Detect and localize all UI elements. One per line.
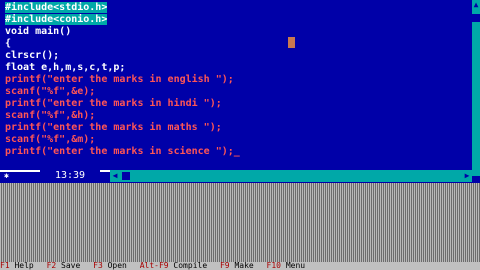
clrscr-line: clrscr(); — [5, 50, 60, 61]
code-line[interactable]: #include<stdio.h> — [5, 2, 108, 14]
compile-shortcut[interactable]: Alt-F9 Compile — [140, 262, 207, 270]
code-line[interactable]: float e,h,m,s,c,t,p; — [5, 62, 125, 74]
printf-english-line: printf("enter the marks in english "); — [5, 74, 234, 85]
include-conio-line: #include<conio.h> — [5, 14, 108, 25]
printf-maths-line: printf("enter the marks in maths "); — [5, 122, 222, 133]
float-declaration-line: float e,h,m,s,c,t,p; — [5, 62, 126, 73]
cursor-position: 13:39 — [40, 170, 100, 181]
vertical-scrollbar[interactable]: ▲ — [472, 0, 480, 176]
make-shortcut[interactable]: F9 Make — [220, 262, 254, 270]
horizontal-scrollbar[interactable]: ◀ ▶ — [110, 170, 472, 182]
window-corner-icon: ✱ — [4, 171, 9, 180]
save-shortcut[interactable]: F2 Save — [47, 262, 81, 270]
code-line[interactable]: printf("enter the marks in hindi "); — [5, 98, 222, 110]
code-line[interactable]: #include<conio.h> — [5, 14, 108, 26]
vertical-scroll-thumb[interactable] — [472, 14, 480, 22]
main-signature-line: void main() — [5, 26, 72, 37]
scanf-h-line: scanf("%f",&h); — [5, 110, 96, 121]
code-line[interactable]: printf("enter the marks in english "); — [5, 74, 234, 86]
horizontal-scroll-thumb[interactable] — [122, 172, 130, 180]
code-line[interactable]: scanf("%f",&h); — [5, 110, 95, 122]
desktop-background — [0, 183, 480, 270]
help-shortcut[interactable]: F1 Help — [0, 262, 34, 270]
code-line[interactable]: void main() — [5, 26, 71, 38]
function-key-bar: F1 Help F2 Save F3 Open Alt-F9 Compile F… — [0, 262, 480, 270]
code-line[interactable]: scanf("%f",&m); — [5, 134, 95, 146]
code-line[interactable]: clrscr(); — [5, 50, 59, 62]
open-brace-line: { — [5, 38, 12, 49]
mouse-cursor — [288, 37, 295, 48]
code-line[interactable]: printf("enter the marks in maths "); — [5, 122, 222, 134]
open-shortcut[interactable]: F3 Open — [93, 262, 127, 270]
menu-shortcut[interactable]: F10 Menu — [267, 262, 306, 270]
code-line[interactable]: { — [5, 38, 11, 50]
scanf-m-line: scanf("%f",&m); — [5, 134, 96, 145]
scroll-right-arrow-icon[interactable]: ▶ — [462, 170, 472, 182]
printf-hindi-line: printf("enter the marks in hindi "); — [5, 98, 222, 109]
scroll-left-arrow-icon[interactable]: ◀ — [110, 170, 120, 182]
scroll-up-arrow-icon[interactable]: ▲ — [472, 0, 480, 10]
printf-science-line: printf("enter the marks in science ");_ — [5, 146, 240, 157]
code-editor[interactable]: #include<stdio.h> #include<conio.h> void… — [0, 0, 472, 176]
code-line[interactable]: printf("enter the marks in science ");_ — [5, 146, 240, 158]
include-stdio-line: #include<stdio.h> — [5, 2, 108, 13]
code-line[interactable]: scanf("%f",&e); — [5, 86, 95, 98]
scanf-e-line: scanf("%f",&e); — [5, 86, 96, 97]
